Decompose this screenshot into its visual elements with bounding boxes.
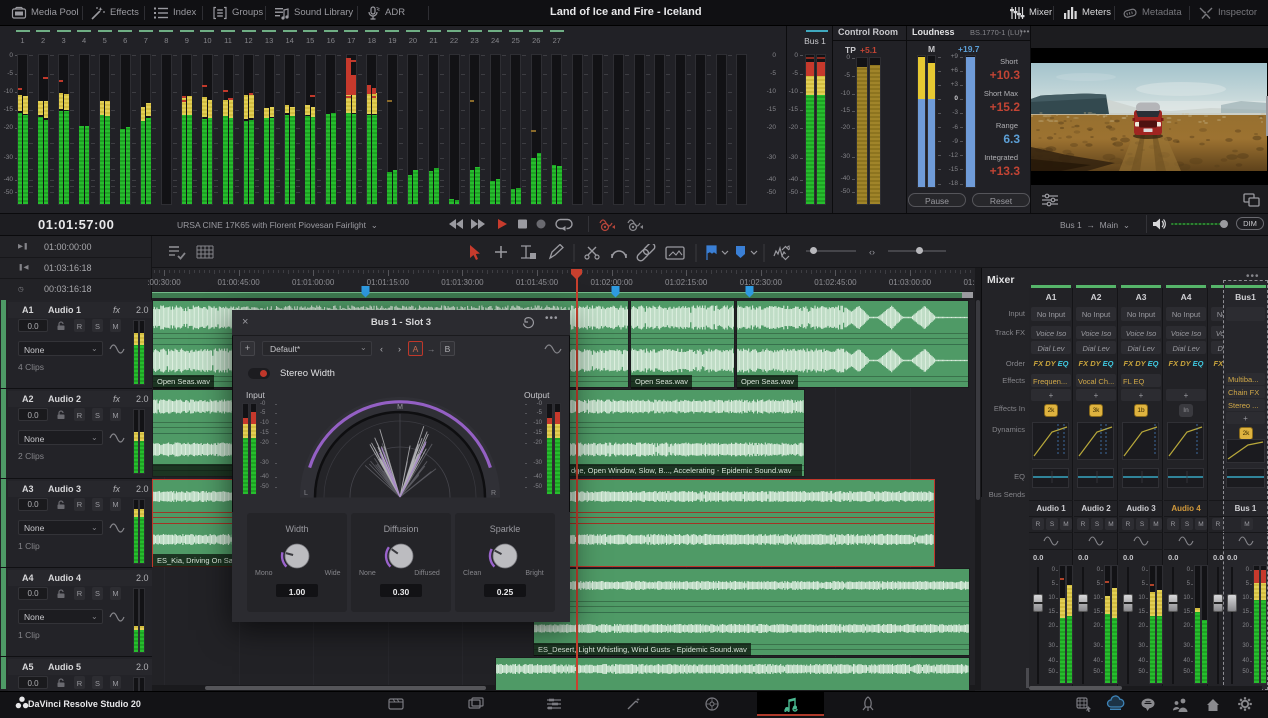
svg-text:R: R bbox=[491, 490, 496, 497]
svg-text:L: L bbox=[304, 490, 308, 497]
svg-text:M: M bbox=[397, 404, 403, 411]
